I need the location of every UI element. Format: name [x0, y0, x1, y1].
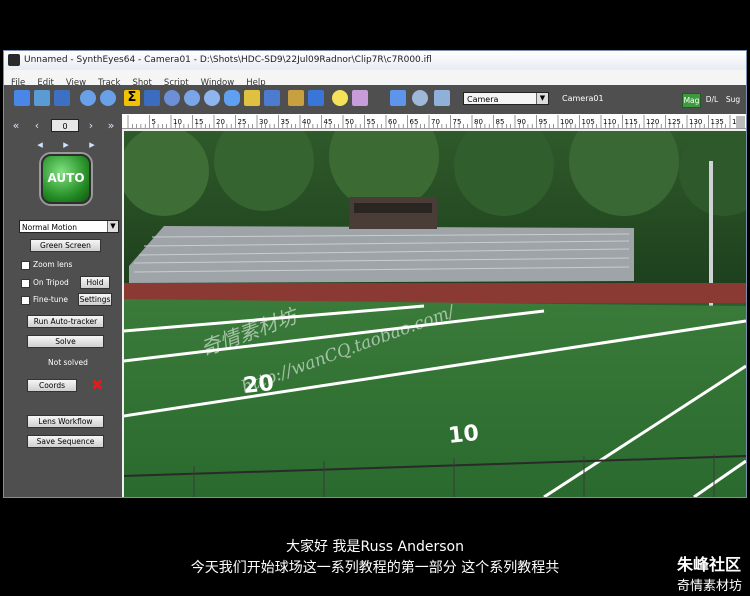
lens-icon[interactable]	[224, 90, 240, 106]
timeline-end-handle	[736, 116, 745, 128]
timeline-tick-label: 120	[646, 118, 659, 126]
timeline-tick-label: 5	[152, 118, 156, 126]
channel-logo: 朱峰社区 奇情素材坊	[677, 551, 742, 594]
subtitle-line-1: 大家好 我是Russ Anderson	[286, 539, 464, 555]
subtitle-line-2: 今天我们开始球场这一系列教程的第一部分 这个系列教程共	[190, 560, 560, 576]
app-icon	[8, 54, 20, 66]
timeline-tick-label: 95	[539, 118, 548, 126]
summary-sigma-icon[interactable]: Σ	[124, 90, 140, 106]
timeline-tick-label: 130	[689, 118, 702, 126]
timeline-tick-label: 10	[173, 118, 182, 126]
camera-view-icon[interactable]	[144, 90, 160, 106]
timeline-tick-label: 105	[582, 118, 595, 126]
run-autotracker-button[interactable]: Run Auto-tracker	[27, 315, 104, 328]
camera-name-label: Camera01	[562, 94, 604, 103]
next-key-icon[interactable]: ▸	[85, 139, 99, 151]
app-window: Unnamed - SynthEyes64 - Camera01 - D:\Sh…	[3, 50, 747, 498]
timeline-tick-label: 65	[410, 118, 419, 126]
timeline-tick-label: 30	[259, 118, 268, 126]
timeline-tick-label: 135	[711, 118, 724, 126]
frame-number-field[interactable]: 0	[51, 119, 79, 132]
green-screen-button[interactable]: Green Screen	[30, 239, 101, 252]
timeline-tick-label: 115	[625, 118, 638, 126]
save-sequence-button[interactable]: Save Sequence	[27, 435, 104, 448]
paint-icon[interactable]	[352, 90, 368, 106]
camera-viewport[interactable]: 20 10 奇情素材坊 http://wanCQ.taobao.com/	[124, 131, 746, 497]
hold-button[interactable]: Hold	[80, 276, 110, 289]
on-tripod-label: On Tripod	[33, 278, 69, 287]
timeline-tick-label: 100	[560, 118, 573, 126]
mesh-cube-icon[interactable]	[308, 90, 324, 106]
timeline-tick-label: 25	[238, 118, 247, 126]
step-forward-icon[interactable]: ›	[84, 120, 98, 132]
step-back-icon[interactable]: ‹	[30, 120, 44, 132]
window-title: Unnamed - SynthEyes64 - Camera01 - D:\Sh…	[24, 55, 432, 65]
undo-icon[interactable]	[80, 90, 96, 106]
sug-button[interactable]: Sug	[724, 93, 742, 106]
open-folder-icon[interactable]	[34, 90, 50, 106]
fine-tune-label: Fine-tune	[33, 295, 68, 304]
prev-key-icon[interactable]: ◂	[33, 139, 47, 151]
dl-button[interactable]: D/L	[703, 93, 721, 106]
solve-status: Not solved	[48, 358, 88, 367]
timeline-tick-label: 15	[195, 118, 204, 126]
light-bulb-icon[interactable]	[332, 90, 348, 106]
chevron-down-icon: ▼	[107, 221, 118, 232]
rewind-icon[interactable]: «	[9, 120, 23, 132]
stadium-footage: 20 10 奇情素材坊 http://wanCQ.taobao.com/	[124, 131, 746, 497]
fine-tune-checkbox[interactable]	[21, 296, 30, 305]
field-number-10: 10	[447, 421, 480, 449]
menu-bar: File Edit View Track Shot Script Window …	[4, 70, 746, 88]
logo-line-1: 朱峰社区	[676, 555, 741, 574]
feature-icon[interactable]	[184, 90, 200, 106]
new-file-icon[interactable]	[14, 90, 30, 106]
play-icon[interactable]: ▸	[59, 139, 73, 151]
timeline-tick-label: 35	[281, 118, 290, 126]
solver-icon[interactable]	[264, 90, 280, 106]
arrow-right-icon[interactable]	[390, 90, 406, 106]
timeline-tick-label: 110	[603, 118, 616, 126]
clear-x-icon[interactable]: ✖	[91, 378, 104, 393]
timeline-tick-label: 50	[345, 118, 354, 126]
timeline-tick-label: 45	[324, 118, 333, 126]
timeline-tick-label: 20	[216, 118, 225, 126]
settings-gear-icon[interactable]	[204, 90, 220, 106]
motion-select[interactable]: Normal Motion ▼	[19, 220, 119, 233]
solve-button[interactable]: Solve	[27, 335, 104, 348]
toolbar: Σ Camera ▼ Camera01 Mag D/L Sug	[4, 85, 746, 114]
timeline-tick-label: 60	[388, 118, 397, 126]
settings-button[interactable]: Settings	[78, 293, 112, 306]
timeline-tick-label: 55	[367, 118, 376, 126]
tracker-icon[interactable]	[164, 90, 180, 106]
graph-icon[interactable]	[288, 90, 304, 106]
camera-select[interactable]: Camera ▼	[463, 92, 549, 105]
timeline-ruler[interactable]: 5 10 15 20 25 30 35 40 45 50 55 60 65 70 75 80 85 90 95 100…	[122, 114, 746, 129]
lens-workflow-button[interactable]: Lens Workflow	[27, 415, 104, 428]
redo-icon[interactable]	[100, 90, 116, 106]
fit-frame-icon[interactable]	[434, 90, 450, 106]
auto-button[interactable]: AUTO	[41, 154, 91, 204]
zoom-lens-checkbox[interactable]	[21, 261, 30, 270]
title-bar: Unnamed - SynthEyes64 - Camera01 - D:\Sh…	[4, 51, 746, 71]
mag-button[interactable]: Mag	[682, 93, 701, 108]
timeline-tick-label: 90	[517, 118, 526, 126]
timeline-tick-label: 85	[496, 118, 505, 126]
zoom-lens-label: Zoom lens	[33, 260, 73, 269]
fast-forward-icon[interactable]: »	[104, 120, 118, 132]
chevron-down-icon: ▼	[536, 93, 548, 104]
on-tripod-checkbox[interactable]	[21, 279, 30, 288]
zoom-icon[interactable]	[412, 90, 428, 106]
timeline-tick-label: 75	[453, 118, 462, 126]
timeline-tick-label: 40	[302, 118, 311, 126]
control-panel: « ‹ 0 › » ◂ ▸ ▸ AUTO Normal Motion ▼ Gre…	[4, 114, 122, 497]
coords-button[interactable]: Coords	[27, 379, 77, 392]
coordinate-icon[interactable]	[244, 90, 260, 106]
timeline-tick-label: 80	[474, 118, 483, 126]
timeline-tick-label: 125	[668, 118, 681, 126]
timeline-tick-label: 70	[431, 118, 440, 126]
logo-line-2: 奇情素材坊	[676, 579, 742, 594]
save-icon[interactable]	[54, 90, 70, 106]
timeline-ticks: 5 10 15 20 25 30 35 40 45 50 55 60 65 70 75 80 85 90 95 100…	[127, 115, 745, 128]
